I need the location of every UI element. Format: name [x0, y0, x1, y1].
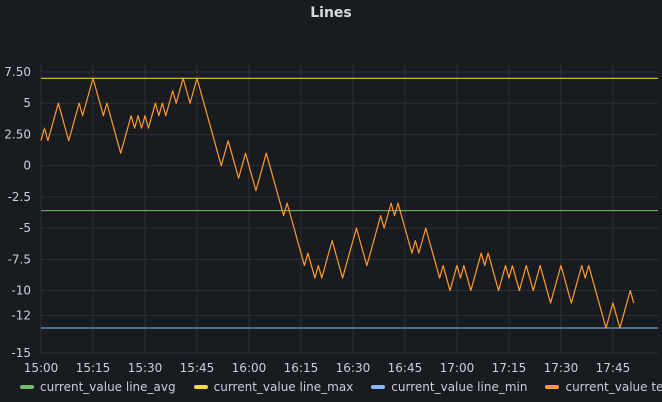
- legend-label: current_value line_min: [391, 380, 528, 394]
- x-tick-label: 17:00: [440, 361, 475, 375]
- y-tick-label: -15: [11, 346, 31, 360]
- legend-swatch: [545, 385, 560, 389]
- x-tick-label: 15:00: [24, 361, 59, 375]
- y-tick-label: -5: [19, 221, 31, 235]
- x-tick-label: 17:45: [596, 361, 631, 375]
- legend-item[interactable]: current_value line_max: [193, 380, 354, 394]
- legend-label: current_value line_max: [213, 380, 354, 394]
- x-tick-label: 16:00: [232, 361, 267, 375]
- x-tick-label: 17:30: [544, 361, 579, 375]
- legend-label: current_value line_avg: [40, 380, 176, 394]
- y-tick-label: 7.50: [4, 65, 31, 79]
- legend-swatch: [371, 385, 386, 389]
- y-tick-label: -7.5: [8, 252, 31, 266]
- legend-item[interactable]: current_value line_min: [371, 380, 527, 394]
- x-tick-label: 16:15: [284, 361, 319, 375]
- y-tick-label: -12: [11, 309, 31, 323]
- x-tick-label: 15:45: [180, 361, 215, 375]
- legend: current_value line_avg current_value line…: [20, 379, 662, 395]
- legend-swatch: [20, 385, 34, 389]
- legend-swatch: [193, 385, 208, 389]
- legend-item[interactable]: current_value line_avg: [20, 380, 176, 394]
- y-tick-label: 2.50: [4, 127, 31, 141]
- y-tick-label: 0: [23, 159, 31, 173]
- legend-item[interactable]: current_value test: [545, 380, 662, 394]
- x-tick-label: 15:15: [76, 361, 111, 375]
- chart-panel: Lines 7.50 5 2.50 0 -2.5 -5 -7.5 -10 -12 -15 15:00…: [0, 0, 662, 402]
- y-tick-label: 5: [23, 96, 31, 110]
- x-tick-label: 16:45: [388, 361, 423, 375]
- x-tick-label: 16:30: [336, 361, 371, 375]
- y-tick-label: -2.5: [8, 190, 31, 204]
- line-chart: 7.50 5 2.50 0 -2.5 -5 -7.5 -10 -12 -1515:00 15:15 1…: [4, 64, 658, 375]
- x-tick-label: 15:30: [128, 361, 163, 375]
- legend-label: current_value test: [565, 380, 662, 394]
- x-tick-label: 17:15: [492, 361, 527, 375]
- y-tick-label: -10: [11, 284, 31, 298]
